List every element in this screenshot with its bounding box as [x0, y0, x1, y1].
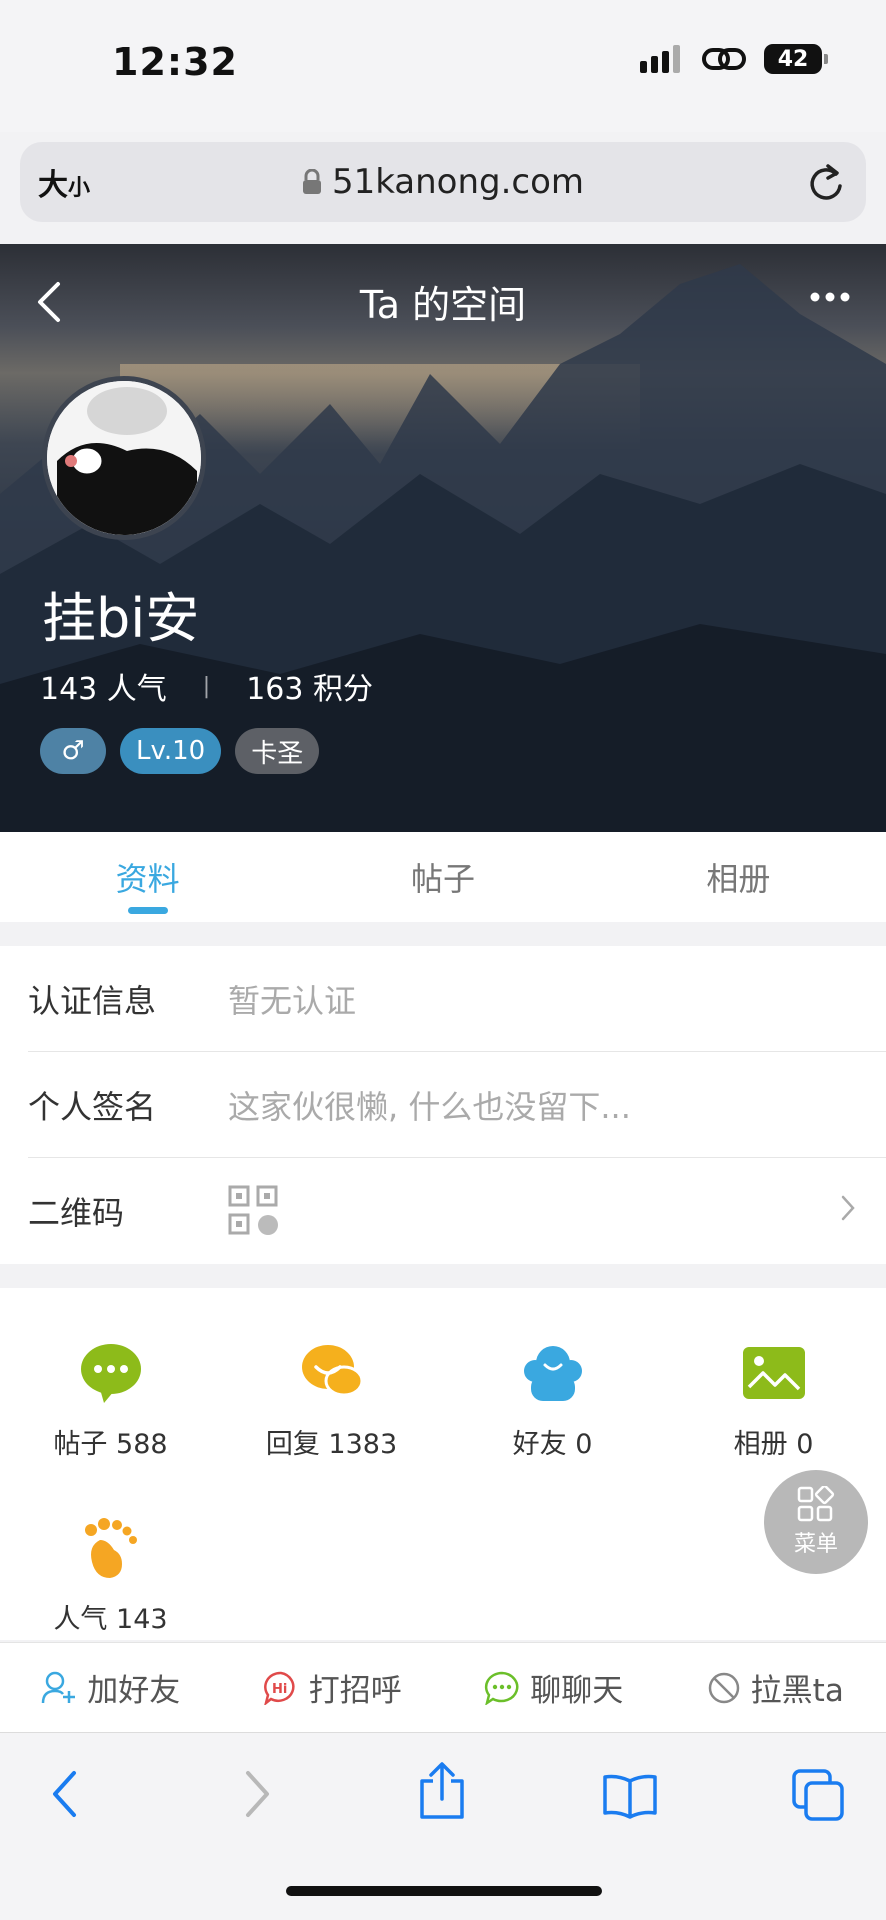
image-icon	[742, 1347, 805, 1399]
status-bar: 12:32 42	[0, 0, 886, 132]
grid-replies[interactable]: 回复 1383	[221, 1338, 442, 1461]
profile-header: Ta 的空间 挂bi安 143 人气 | 163 积分 ♂ Lv.10 卡圣	[0, 244, 886, 832]
add-friend-label: 加好友	[87, 1673, 181, 1709]
url-display[interactable]: 51kanong.com	[20, 162, 866, 202]
tab-posts[interactable]: 帖子	[295, 832, 590, 922]
chat-label: 聊聊天	[530, 1673, 624, 1709]
chat-button[interactable]: 聊聊天	[443, 1643, 665, 1732]
add-friend-button[interactable]: 加好友	[0, 1643, 222, 1732]
grid-friends-label: 好友 0	[512, 1429, 593, 1460]
tab-album[interactable]: 相册	[591, 832, 886, 922]
url-text: 51kanong.com	[331, 162, 585, 202]
hi-icon: Hi	[263, 1671, 295, 1705]
page: 12:32 42 大小 51kanong.com Ta 的空间 挂bi安 143…	[0, 0, 886, 1920]
cert-row: 认证信息 暂无认证	[28, 946, 886, 1052]
grid-posts[interactable]: 帖子 588	[0, 1338, 221, 1461]
greet-label: 打招呼	[308, 1673, 402, 1709]
replies-icon	[301, 1345, 363, 1397]
qr-label: 二维码	[28, 1194, 125, 1232]
profile-tags: ♂ Lv.10 卡圣	[40, 728, 320, 774]
status-icons: 42	[640, 44, 828, 74]
block-icon	[708, 1672, 739, 1703]
signature-value: 这家伙很懒, 什么也没留下...	[228, 1087, 631, 1126]
menu-label: 菜单	[793, 1532, 838, 1557]
signal-icon	[640, 45, 680, 73]
lock-icon	[302, 169, 321, 194]
gender-badge: ♂	[40, 728, 106, 774]
status-time: 12:32	[112, 40, 238, 84]
forward-nav-icon[interactable]	[242, 1769, 272, 1819]
footprint-icon	[84, 1518, 137, 1578]
cert-value: 暂无认证	[228, 981, 357, 1020]
username: 挂bi安	[42, 587, 200, 650]
profile-stats: 143 人气 | 163 积分	[40, 664, 373, 708]
tabs-icon[interactable]	[792, 1769, 844, 1821]
signature-label: 个人签名	[28, 1087, 157, 1126]
grid-menu-icon	[797, 1486, 835, 1522]
profile-tabs: 资料 帖子 相册	[0, 832, 886, 922]
bookmarks-icon[interactable]	[602, 1773, 658, 1819]
qr-code-icon	[228, 1185, 278, 1235]
avatar[interactable]	[42, 376, 206, 540]
add-user-icon	[42, 1671, 76, 1703]
link-icon	[702, 48, 746, 70]
reload-icon[interactable]	[806, 160, 846, 204]
grid-albums[interactable]: 相册 0	[663, 1338, 884, 1461]
grid-friends[interactable]: 好友 0	[442, 1338, 663, 1461]
action-bar: 加好友 Hi 打招呼 聊聊天 拉黑ta	[0, 1642, 886, 1732]
block-label: 拉黑ta	[750, 1673, 844, 1709]
tab-profile[interactable]: 资料	[0, 832, 295, 922]
rank-badge: 卡圣	[235, 728, 320, 774]
menu-button[interactable]: 菜单	[764, 1470, 868, 1574]
stats-grid: 帖子 588 回复 1383 好友 0 相册 0 人气 143	[0, 1288, 886, 1640]
avatar-image	[47, 381, 201, 535]
divider: |	[202, 673, 211, 699]
block-button[interactable]: 拉黑ta	[665, 1643, 886, 1732]
chat-icon	[485, 1671, 519, 1705]
share-icon[interactable]	[418, 1761, 466, 1821]
popularity-stat: 143 人气	[40, 672, 167, 707]
info-list: 认证信息 暂无认证 个人签名 这家伙很懒, 什么也没留下... 二维码	[0, 946, 886, 1264]
grid-popularity-label: 人气 143	[53, 1604, 168, 1635]
page-title: Ta 的空间	[359, 283, 527, 327]
home-indicator	[286, 1886, 602, 1896]
points-stat: 163 积分	[246, 672, 374, 707]
level-badge: Lv.10	[120, 728, 222, 774]
grid-popularity[interactable]: 人气 143	[0, 1513, 221, 1636]
friends-icon	[523, 1346, 582, 1401]
cert-label: 认证信息	[28, 981, 157, 1020]
back-nav-icon[interactable]	[50, 1769, 80, 1819]
greet-button[interactable]: Hi 打招呼	[222, 1643, 444, 1732]
grid-albums-label: 相册 0	[733, 1429, 814, 1460]
battery-icon: 42	[764, 44, 828, 74]
signature-row: 个人签名 这家伙很懒, 什么也没留下...	[28, 1052, 886, 1158]
qr-row[interactable]: 二维码	[28, 1158, 886, 1264]
chevron-right-icon	[841, 1195, 855, 1221]
grid-posts-label: 帖子 588	[53, 1429, 168, 1460]
chat-bubble-icon	[80, 1344, 141, 1403]
more-icon[interactable]	[810, 292, 850, 302]
svg-text:Hi: Hi	[272, 1682, 287, 1697]
grid-replies-label: 回复 1383	[265, 1429, 398, 1460]
address-bar[interactable]: 大小 51kanong.com	[20, 142, 866, 222]
